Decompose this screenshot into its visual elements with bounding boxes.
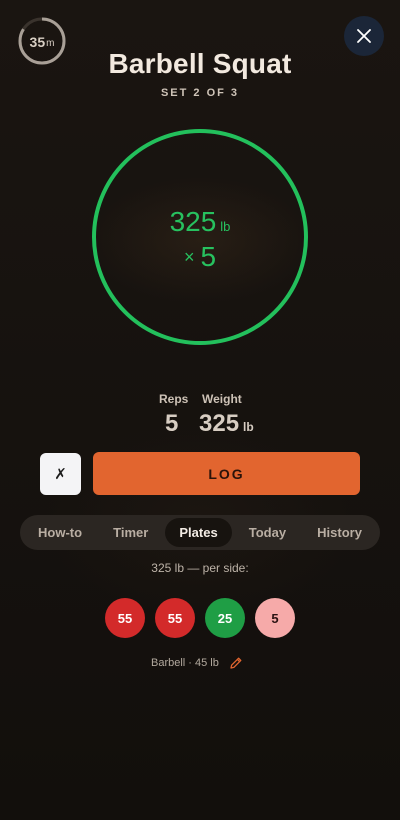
skip-set-button[interactable]: ✗ — [40, 453, 81, 495]
set-progress-label: SET 2 OF 3 — [160, 87, 240, 99]
detail-tabs: How-to Timer Plates Today History — [20, 515, 380, 550]
tab-today[interactable]: Today — [235, 518, 300, 547]
plate-chip: 55 — [105, 598, 145, 638]
plate-value: 55 — [167, 610, 183, 626]
barbell-label: Barbell · 45 lb — [151, 657, 219, 669]
ring-weight-unit: lb — [220, 219, 231, 234]
per-side-label: 325 lb — per side: — [151, 561, 249, 575]
plate-chip: 55 — [155, 598, 195, 638]
tab-history[interactable]: History — [303, 518, 376, 547]
weight-unit: lb — [243, 420, 254, 434]
tab-label: How-to — [38, 525, 83, 540]
ring-reps-prefix: × — [183, 247, 195, 267]
plate-chip: 5 — [255, 598, 295, 638]
tab-label: Plates — [179, 525, 218, 540]
tab-label: Timer — [113, 525, 149, 540]
timer-unit: m — [46, 37, 55, 49]
log-set-button[interactable]: LOG — [93, 452, 360, 495]
plate-value: 5 — [271, 610, 279, 626]
reps-value[interactable]: 5 — [165, 410, 178, 438]
tab-how-to[interactable]: How-to — [24, 518, 96, 547]
cross-icon: ✗ — [54, 466, 67, 483]
ring-weight-value: 325 — [169, 206, 217, 237]
plate-chip: 25 — [205, 598, 245, 638]
weight-field[interactable]: 325 lb — [199, 410, 254, 438]
ring-reps-value: 5 — [200, 241, 217, 272]
tab-plates[interactable]: Plates — [165, 518, 232, 547]
weight-value: 325 — [199, 410, 240, 437]
barbell-weight: Barbell · 45 lb — [151, 656, 243, 670]
plate-list: 55 55 25 5 — [0, 598, 400, 638]
close-icon — [357, 29, 371, 43]
ring-weight-text: 325 lb — [0, 206, 400, 238]
tab-label: Today — [248, 525, 287, 540]
tab-timer[interactable]: Timer — [99, 518, 162, 547]
weight-label: Weight — [202, 392, 242, 406]
plate-value: 25 — [217, 610, 233, 626]
plate-value: 55 — [117, 610, 133, 626]
reps-label: Reps — [159, 392, 189, 406]
exercise-title: Barbell Squat — [108, 48, 292, 79]
ring-reps-text: × 5 — [0, 241, 400, 273]
pencil-icon[interactable] — [229, 656, 243, 670]
tab-label: History — [317, 525, 362, 540]
log-button-label: LOG — [208, 465, 245, 482]
